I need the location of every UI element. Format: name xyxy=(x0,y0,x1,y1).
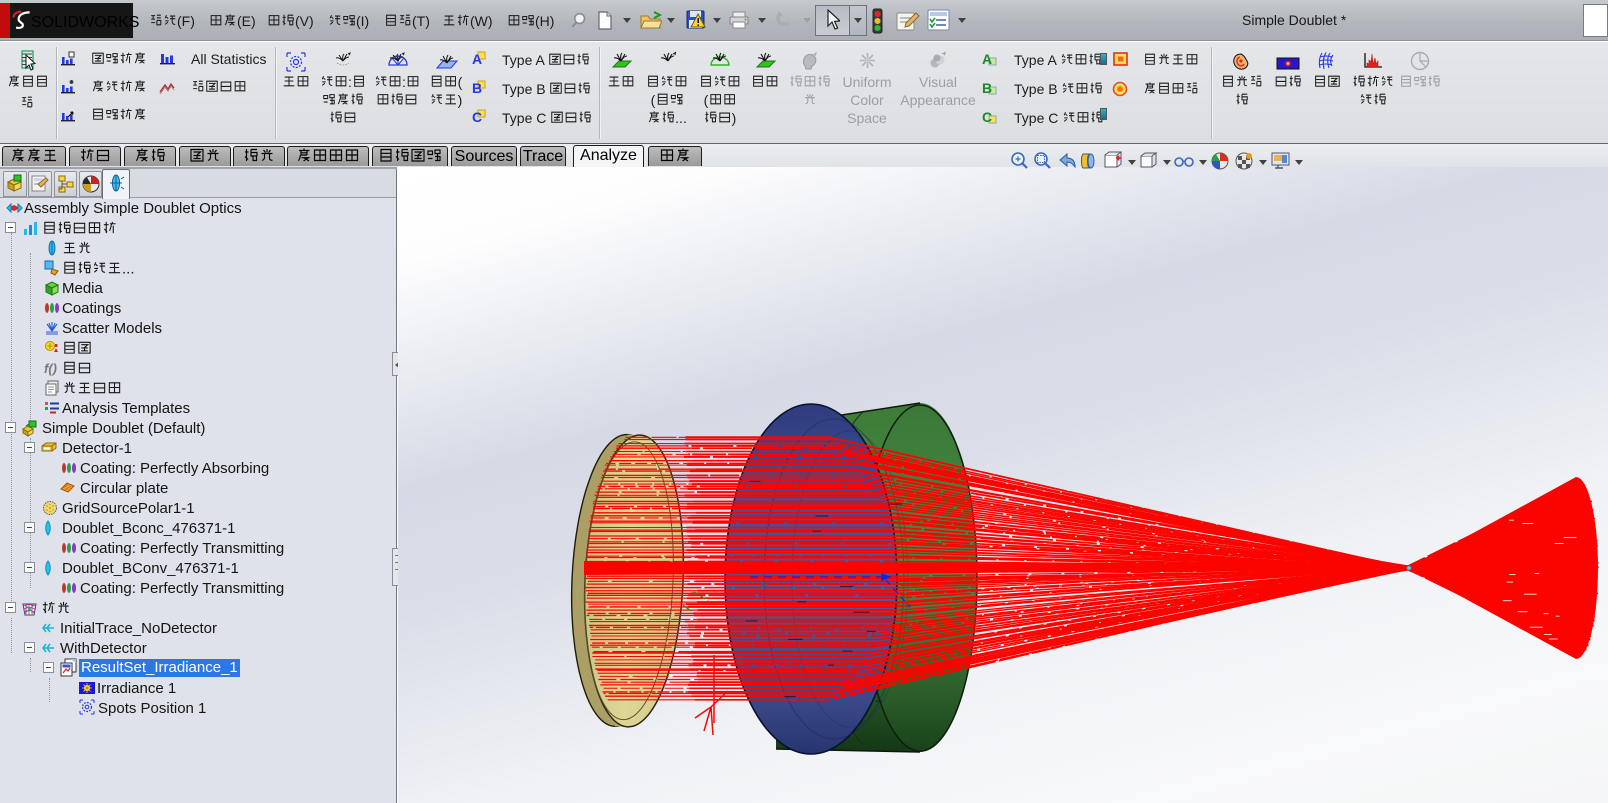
svg-text:C: C xyxy=(472,109,482,125)
svg-text:A: A xyxy=(472,51,482,67)
svg-text:B: B xyxy=(472,80,482,96)
svg-text:f(): f() xyxy=(44,361,57,376)
svg-text:B: B xyxy=(982,80,992,96)
svg-text:A: A xyxy=(982,51,992,67)
svg-text:C: C xyxy=(982,109,992,125)
